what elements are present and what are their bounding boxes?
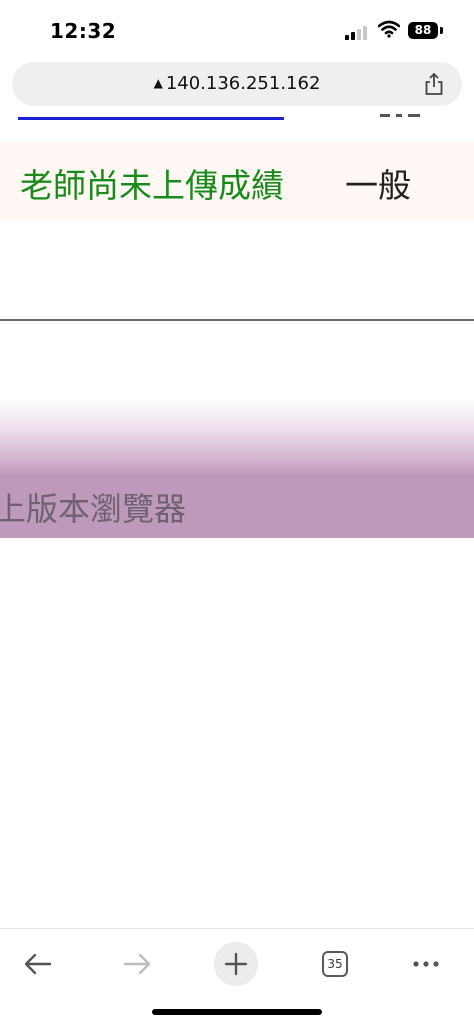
plus-icon[interactable] <box>214 942 258 986</box>
grade-type-text: 一般 <box>345 166 411 205</box>
browser-notice-text: 上版本瀏覽器 <box>0 490 187 528</box>
signal-icon <box>345 24 373 40</box>
warning-icon: ▲ <box>153 76 163 90</box>
url-display[interactable]: ▲ 140.136.251.162 <box>12 73 462 94</box>
home-indicator[interactable] <box>152 1009 322 1015</box>
battery-tip <box>440 27 443 34</box>
status-bar: 12:32 88 <box>0 0 474 58</box>
wifi-icon <box>378 20 400 38</box>
url-text: 140.136.251.162 <box>165 73 321 94</box>
forward-arrow-icon[interactable] <box>115 942 159 986</box>
web-content: 老師尚未上傳成績 一般 上版本瀏覽器 <box>0 108 474 928</box>
address-bar[interactable]: ▲ 140.136.251.162 <box>12 62 462 106</box>
tabs-button[interactable]: 35 <box>314 942 358 986</box>
tabs-icon: 35 <box>322 951 348 977</box>
divider <box>0 319 474 321</box>
grade-status-text: 老師尚未上傳成績 <box>20 166 284 205</box>
clipped-text <box>380 114 420 117</box>
more-icon[interactable] <box>404 942 448 986</box>
share-icon[interactable] <box>424 72 444 96</box>
clock: 12:32 <box>50 19 117 43</box>
back-arrow-icon[interactable] <box>16 942 60 986</box>
battery-icon: 88 <box>408 22 438 39</box>
clipped-link[interactable] <box>18 117 284 120</box>
